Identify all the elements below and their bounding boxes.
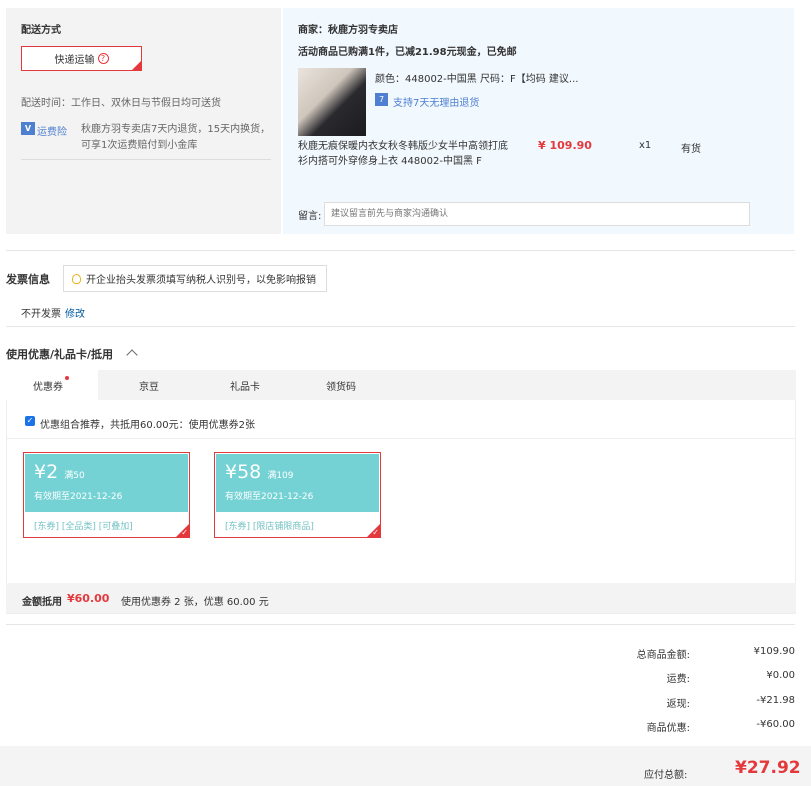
shipping-panel (6, 8, 281, 234)
shipping-insurance-text: 秋鹿方羽专卖店7天内退货，15天内换货，可享1次运费赔付到小金库 (81, 124, 271, 151)
check-icon: ✓ (181, 528, 188, 537)
offset-label: 金额抵用 (22, 597, 62, 608)
divider (6, 250, 795, 251)
rebate-label: 返现: (666, 699, 690, 710)
rebate-value: -¥21.98 (756, 695, 795, 706)
shipping-title: 配送方式 (21, 25, 61, 36)
offset-value: ¥60.00 (67, 592, 110, 605)
coupon-amount-line: ¥58 满109 (225, 461, 294, 483)
return-policy-icon: 7 (375, 93, 388, 106)
coupon-tags: [东券] [全品类] [可叠加] (34, 522, 133, 532)
tab-coupons[interactable]: 优惠券 (33, 378, 63, 393)
coupon-amount-line: ¥2 满50 (34, 461, 85, 483)
divider (6, 326, 795, 327)
new-dot-icon (65, 376, 69, 380)
coupon-amount: ¥58 (225, 461, 262, 483)
shipping-time: 配送时间：工作日、双休日与节假日均可送货 (21, 98, 221, 109)
tab-jingdou[interactable]: 京豆 (139, 378, 159, 393)
tab-redeem-code[interactable]: 领货码 (326, 378, 356, 393)
coupon-section-title[interactable]: 使用优惠/礼品卡/抵用 (6, 346, 113, 362)
pay-bar (0, 746, 811, 786)
freight-value: ¥0.00 (766, 670, 795, 681)
goods-total-value: ¥109.90 (753, 646, 795, 657)
product-quantity: x1 (639, 140, 652, 151)
invoice-tip-text: 开企业抬头发票须填写纳税人识别号，以免影响报销 (86, 275, 316, 286)
selected-corner-icon (132, 61, 141, 70)
coupon-amount: ¥2 (34, 461, 59, 483)
combo-text: 优惠组合推荐，共抵用60.00元：使用优惠券2张 (40, 420, 255, 431)
pay-total-value: ¥27.92 (735, 758, 801, 778)
remark-input[interactable] (324, 202, 750, 226)
coupon-condition: 满50 (64, 471, 85, 481)
help-icon[interactable]: ? (97, 53, 109, 64)
product-title[interactable]: 秋鹿无痕保暖内衣女秋冬韩版少女半中高领打底衫内搭可外穿修身上衣 448002-中… (298, 139, 508, 169)
product-price: ¥ 109.90 (538, 139, 592, 152)
product-sku: 颜色：448002-中国黑 尺码：F【均码 建议... (375, 74, 579, 85)
shipping-insurance-icon: V (21, 122, 35, 135)
coupon-expiry: 有效期至2021-12-26 (34, 492, 123, 502)
offset-description: 使用优惠券 2 张，优惠 60.00 元 (121, 597, 269, 608)
product-thumbnail[interactable] (298, 68, 366, 136)
freight-label: 运费: (666, 674, 690, 685)
return-policy: 支持7天无理由退货 (393, 98, 480, 109)
goods-total-label: 总商品金额: (636, 650, 690, 661)
store-name: 商家：秋鹿方羽专卖店 (298, 25, 398, 36)
stock-status: 有货 (681, 144, 701, 155)
remark-label: 留言: (298, 211, 322, 222)
product-discount-label: 商品优惠: (646, 723, 690, 734)
coupon-condition: 满109 (267, 471, 294, 481)
shipping-method-label: 快递运输 (54, 55, 95, 66)
coupon-card[interactable]: ¥2 满50 有效期至2021-12-26 [东券] [全品类] [可叠加] ✓ (23, 452, 190, 538)
shipping-insurance-label[interactable]: 运费险 (37, 123, 67, 138)
invoice-value: 不开发票 (21, 309, 61, 320)
coupon-card[interactable]: ¥58 满109 有效期至2021-12-26 [东券] [限店铺限商品] ✓ (214, 452, 381, 538)
chevron-up-icon[interactable] (126, 349, 138, 361)
coupon-tags: [东券] [限店铺限商品] (225, 522, 314, 532)
invoice-edit-link[interactable]: 修改 (65, 305, 85, 320)
invoice-title: 发票信息 (6, 273, 50, 286)
divider (21, 159, 271, 160)
shipping-method-option[interactable]: 快递运输 ? (21, 46, 142, 71)
invoice-tip: 开企业抬头发票须填写纳税人识别号，以免影响报销 (63, 265, 327, 292)
tab-gift-card[interactable]: 礼品卡 (230, 378, 260, 393)
promo-text: 活动商品已购满1件，已减21.98元现金，已免邮 (298, 47, 517, 58)
lightbulb-icon (72, 273, 81, 284)
coupon-tabs (6, 370, 796, 400)
divider (6, 624, 795, 625)
divider (6, 438, 796, 439)
pay-total-label: 应付总额: (644, 770, 688, 781)
combo-checkbox[interactable]: ✓ (25, 416, 35, 426)
coupon-expiry: 有效期至2021-12-26 (225, 492, 314, 502)
check-icon: ✓ (372, 528, 379, 537)
product-discount-value: -¥60.00 (756, 719, 795, 730)
